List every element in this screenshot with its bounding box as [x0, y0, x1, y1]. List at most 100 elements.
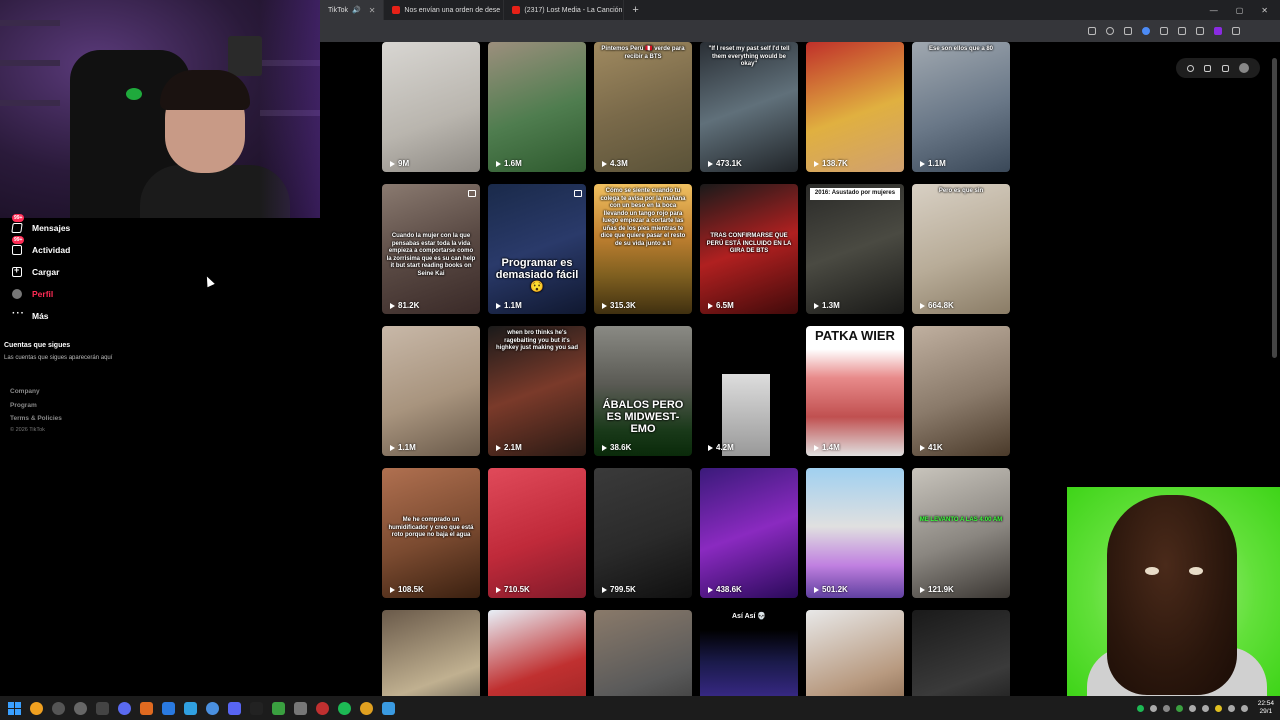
tray-icon[interactable] — [1214, 704, 1222, 712]
user-avatar[interactable] — [1238, 63, 1249, 73]
video-caption: when bro thinks he's ragebaiting you but… — [495, 330, 579, 351]
video-thumbnail[interactable]: Programar es demasiado fácil 😯 1.1M — [488, 184, 586, 314]
video-thumbnail[interactable] — [382, 610, 480, 696]
app-icon[interactable] — [140, 701, 153, 715]
video-thumbnail[interactable] — [488, 610, 586, 696]
tab-lost-media[interactable]: (2317) Lost Media - La Canción ✕ — [504, 0, 625, 20]
sidebar-icon[interactable] — [1196, 27, 1204, 35]
footer-link-terms[interactable]: Terms & Policies — [10, 415, 62, 422]
sidebar-item-label: Cargar — [32, 267, 60, 277]
app-icon[interactable] — [52, 701, 65, 715]
app-icon[interactable] — [272, 701, 285, 715]
app-icon[interactable] — [162, 701, 175, 715]
extension-key-icon[interactable] — [1124, 27, 1132, 35]
sidebar-item-actividad[interactable]: 99+ Actividad — [0, 236, 70, 260]
video-thumbnail[interactable]: when bro thinks he's ragebaiting you but… — [488, 326, 586, 456]
play-icon — [814, 444, 819, 451]
app-icon[interactable] — [316, 701, 329, 715]
menu-icon[interactable] — [1232, 27, 1240, 35]
video-thumbnail[interactable]: Pero es que sin 664.8K — [912, 184, 1010, 314]
extension-blue-icon[interactable] — [1142, 27, 1150, 35]
tray-icon[interactable] — [1188, 704, 1196, 712]
sidebar-item-mensajes[interactable]: 99+ Mensajes — [0, 214, 70, 238]
app-icon[interactable] — [184, 701, 197, 715]
video-thumbnail[interactable] — [594, 610, 692, 696]
tray-icon[interactable] — [1149, 704, 1157, 712]
view-count-text: 315.3K — [610, 301, 636, 310]
footer-link-company[interactable]: Company — [10, 388, 40, 395]
app-icon[interactable] — [74, 701, 87, 715]
view-count: 1.3M — [814, 301, 840, 310]
play-icon — [920, 302, 925, 309]
favorites-icon[interactable] — [1178, 27, 1186, 35]
spotify-icon[interactable] — [338, 701, 351, 715]
sidebar-item-cargar[interactable]: Cargar — [0, 262, 59, 282]
install-app-icon[interactable] — [1088, 27, 1096, 35]
extensions-puzzle-icon[interactable] — [1160, 27, 1168, 35]
video-thumbnail[interactable]: TRAS CONFIRMARSE QUE PERÚ ESTÁ INCLUIDO … — [700, 184, 798, 314]
search-icon[interactable] — [30, 701, 43, 715]
video-thumbnail[interactable]: 138.7K — [806, 42, 904, 172]
discord-icon[interactable] — [228, 701, 241, 715]
app-icon[interactable] — [118, 701, 131, 715]
windows-start-icon[interactable] — [8, 701, 21, 715]
chrome-icon[interactable] — [360, 701, 373, 715]
video-thumbnail[interactable]: 438.6K — [700, 468, 798, 598]
download-icon[interactable] — [1221, 64, 1229, 72]
video-thumbnail[interactable]: 501.2K — [806, 468, 904, 598]
close-tab-icon[interactable]: ✕ — [369, 6, 376, 15]
video-thumbnail[interactable]: 2016: Asustado por mujeres 1.3M — [806, 184, 904, 314]
video-thumbnail[interactable]: 9M — [382, 42, 480, 172]
video-thumbnail[interactable] — [912, 610, 1010, 696]
sidebar-item-perfil[interactable]: Perfil — [0, 284, 53, 304]
settings-icon[interactable] — [1187, 64, 1195, 72]
tab-tiktok[interactable]: TikTok 🔊 ✕ — [320, 0, 385, 20]
taskbar-clock[interactable]: 22:54 29/1 — [1258, 700, 1274, 716]
wifi-icon[interactable] — [1227, 704, 1235, 712]
sidebar-item-mas[interactable]: ··· Más — [0, 306, 49, 326]
play-icon — [920, 444, 925, 451]
footer-link-program[interactable]: Program — [10, 402, 37, 409]
app-icon[interactable] — [96, 701, 109, 715]
scrollbar-thumb[interactable] — [1272, 58, 1277, 358]
volume-icon[interactable] — [1240, 704, 1248, 712]
app-icon[interactable] — [294, 701, 307, 715]
video-thumbnail[interactable]: "If I reset my past self I'd tell them e… — [700, 42, 798, 172]
video-thumbnail[interactable]: Cuando la mujer con la que pensabas esta… — [382, 184, 480, 314]
audio-icon[interactable]: 🔊 — [352, 6, 361, 14]
tiktok-icon[interactable] — [250, 701, 263, 715]
tray-icon[interactable] — [1201, 704, 1209, 712]
video-thumbnail[interactable] — [806, 610, 904, 696]
video-thumbnail[interactable]: Así Así 💀 — [700, 610, 798, 696]
video-thumbnail[interactable]: 1.6M — [488, 42, 586, 172]
video-thumbnail[interactable]: ÁBALOS PERO ES MIDWEST-EMO 38.6K — [594, 326, 692, 456]
tab-orden[interactable]: Nos envían una orden de dese ✕ — [384, 0, 505, 20]
app-icon[interactable] — [206, 701, 219, 715]
app-icon[interactable] — [382, 701, 395, 715]
video-thumbnail[interactable]: 41K — [912, 326, 1010, 456]
video-thumbnail[interactable]: 799.5K — [594, 468, 692, 598]
video-thumbnail[interactable]: PATKA WIER 1.4M — [806, 326, 904, 456]
close-window-button[interactable]: ✕ — [1261, 6, 1268, 15]
maximize-button[interactable]: ▢ — [1236, 6, 1244, 15]
view-count-text: 6.5M — [716, 301, 734, 310]
video-thumbnail[interactable]: Cómo se siente cuando tu colega te avisa… — [594, 184, 692, 314]
bookmark-star-icon[interactable] — [1106, 27, 1114, 35]
video-thumbnail[interactable]: 1.1M — [382, 326, 480, 456]
video-thumbnail[interactable]: 710.5K — [488, 468, 586, 598]
minimize-button[interactable]: — — [1210, 6, 1218, 15]
view-count-text: 1.4M — [822, 443, 840, 452]
tray-icon[interactable] — [1162, 704, 1170, 712]
video-thumbnail[interactable]: ME LEVANTO A LAS 4:00 AM 121.9K — [912, 468, 1010, 598]
video-thumbnail[interactable]: 4.2M — [700, 326, 798, 456]
video-thumbnail[interactable]: Pintemos Perú 🇵🇪 verde para recibir a BT… — [594, 42, 692, 172]
tray-icon[interactable] — [1136, 704, 1144, 712]
video-thumbnail[interactable]: Ese son ellos que a 80 1.1M — [912, 42, 1010, 172]
video-thumbnail[interactable]: Me he comprado un humidificador y creo q… — [382, 468, 480, 598]
new-tab-button[interactable]: + — [624, 4, 646, 16]
view-count: 4.3M — [602, 159, 628, 168]
profile-avatar-icon[interactable] — [1214, 27, 1222, 35]
device-icon[interactable] — [1204, 64, 1212, 72]
tray-icon[interactable] — [1175, 704, 1183, 712]
play-icon — [390, 444, 395, 451]
